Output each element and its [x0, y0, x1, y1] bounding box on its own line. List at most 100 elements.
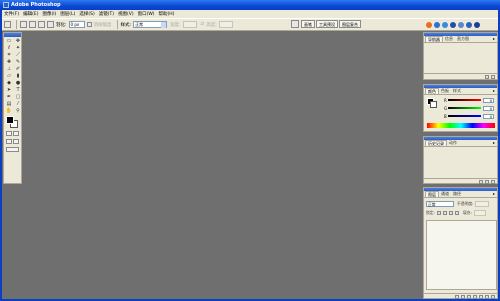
blur-tool-icon[interactable]: ◆: [5, 80, 13, 86]
swap-icon[interactable]: ⇄: [201, 22, 205, 27]
zoom-tool-icon[interactable]: ⚲: [14, 108, 22, 114]
well-tab-layer-comps[interactable]: 图层复合: [339, 20, 361, 28]
well-tab-tool-presets[interactable]: 工具预设: [316, 20, 338, 28]
menu-view[interactable]: 视图(V): [118, 11, 134, 17]
opacity-field[interactable]: [475, 201, 490, 207]
path-selection-tool-icon[interactable]: ➤: [5, 87, 13, 93]
keyboard-icon[interactable]: [450, 22, 456, 28]
standard-screen-button[interactable]: [6, 139, 12, 144]
file-browser-icon[interactable]: [291, 20, 299, 28]
tab-actions[interactable]: 动作: [447, 140, 459, 146]
adjustment-layer-icon[interactable]: [479, 294, 483, 299]
tools-icon[interactable]: [458, 22, 464, 28]
channel-g-slider[interactable]: [448, 107, 481, 109]
punctuation-icon[interactable]: [442, 22, 448, 28]
lock-all-icon[interactable]: [454, 211, 459, 215]
trash-icon[interactable]: [491, 294, 495, 299]
zoom-in-icon[interactable]: [491, 74, 495, 79]
subtract-selection-icon[interactable]: [38, 21, 45, 28]
lock-position-icon[interactable]: [448, 211, 453, 215]
new-selection-icon[interactable]: [20, 21, 27, 28]
tab-color[interactable]: 颜色: [425, 88, 439, 94]
pen-tool-icon[interactable]: ✒: [5, 94, 13, 100]
standard-mode-button[interactable]: [6, 131, 12, 136]
lasso-tool-icon[interactable]: ℓ: [5, 45, 13, 51]
brush-tool-icon[interactable]: ✎: [14, 59, 22, 65]
menu-icon[interactable]: [474, 22, 480, 28]
menu-file[interactable]: 文件(F): [4, 11, 19, 17]
palette-menu-icon[interactable]: ▸: [493, 140, 495, 146]
menu-window[interactable]: 窗口(W): [138, 11, 155, 17]
new-layer-icon[interactable]: [485, 294, 489, 299]
jump-to-imageready-button[interactable]: [6, 147, 19, 152]
width-input[interactable]: [182, 21, 197, 28]
tab-info[interactable]: 信息: [443, 36, 455, 42]
color-background-swatch[interactable]: [430, 101, 437, 108]
shape-tool-icon[interactable]: ▢: [14, 94, 22, 100]
foreground-color-swatch[interactable]: [6, 116, 14, 124]
history-brush-tool-icon[interactable]: ✐: [14, 66, 22, 72]
intersect-selection-icon[interactable]: [47, 21, 54, 28]
tab-navigator[interactable]: 导航器: [425, 36, 443, 42]
lock-image-icon[interactable]: [442, 211, 447, 215]
well-tab-brushes[interactable]: 画笔: [301, 20, 315, 28]
fullscreen-menu-button[interactable]: [13, 139, 19, 144]
channel-b-slider[interactable]: [448, 115, 481, 117]
palette-menu-icon[interactable]: ▸: [493, 36, 495, 42]
type-tool-icon[interactable]: T: [14, 87, 22, 93]
layer-style-icon[interactable]: [461, 294, 465, 299]
style-select[interactable]: 正常: [133, 21, 168, 28]
healing-brush-tool-icon[interactable]: ✚: [5, 59, 13, 65]
menu-select[interactable]: 选择(S): [79, 11, 94, 17]
palette-menu-icon[interactable]: ▸: [493, 88, 495, 94]
tab-styles[interactable]: 样式: [451, 88, 463, 94]
channel-r-slider[interactable]: [448, 99, 481, 101]
layer-mask-icon[interactable]: [467, 294, 471, 299]
blend-mode-select[interactable]: 正常: [426, 201, 454, 207]
help-icon[interactable]: [466, 22, 472, 28]
marquee-tool-preset-icon[interactable]: [4, 21, 11, 28]
palette-menu-icon[interactable]: ▸: [493, 191, 495, 197]
dodge-tool-icon[interactable]: ●: [14, 80, 22, 86]
link-layers-icon[interactable]: [455, 294, 459, 299]
new-snapshot-icon[interactable]: [485, 179, 489, 184]
color-spectrum-bar[interactable]: [427, 123, 495, 128]
moon-icon[interactable]: [434, 22, 440, 28]
eraser-tool-icon[interactable]: ▱: [5, 73, 13, 79]
channel-g-value[interactable]: 0: [483, 105, 494, 111]
layers-list[interactable]: [426, 220, 497, 290]
menu-layer[interactable]: 图层(L): [60, 11, 75, 17]
menu-edit[interactable]: 编辑(E): [23, 11, 38, 17]
height-input[interactable]: [218, 21, 233, 28]
slice-tool-icon[interactable]: ⟋: [14, 52, 22, 58]
trash-icon[interactable]: [491, 179, 495, 184]
channel-b-value[interactable]: 0: [483, 113, 494, 119]
title-bar[interactable]: Adobe Photoshop: [0, 0, 500, 10]
hand-tool-icon[interactable]: ✋: [5, 108, 13, 114]
notes-tool-icon[interactable]: ▤: [5, 101, 13, 107]
tab-histogram[interactable]: 直方图: [455, 36, 471, 42]
new-group-icon[interactable]: [473, 294, 477, 299]
eyedropper-tool-icon[interactable]: ⁄: [14, 101, 22, 107]
feather-input[interactable]: 0 px: [68, 21, 85, 28]
antialias-checkbox[interactable]: [86, 22, 92, 27]
menu-image[interactable]: 图像(I): [42, 11, 56, 17]
crop-tool-icon[interactable]: ⌗: [5, 52, 13, 58]
menu-help[interactable]: 帮助(H): [159, 11, 175, 17]
marquee-tool-icon[interactable]: ▭: [5, 38, 13, 44]
tab-channels[interactable]: 通道: [439, 191, 451, 197]
input-method-icon[interactable]: [426, 22, 432, 28]
tab-swatches[interactable]: 色板: [439, 88, 451, 94]
gradient-tool-icon[interactable]: ▮: [14, 73, 22, 79]
channel-r-value[interactable]: 0: [483, 97, 494, 103]
magic-wand-tool-icon[interactable]: ✦: [14, 45, 22, 51]
tab-layers[interactable]: 图层: [425, 191, 439, 197]
menu-filter[interactable]: 滤镜(T): [99, 11, 114, 17]
zoom-out-icon[interactable]: [485, 74, 489, 79]
quick-mask-mode-button[interactable]: [13, 131, 19, 136]
clone-stamp-tool-icon[interactable]: ⊥: [5, 66, 13, 72]
add-selection-icon[interactable]: [29, 21, 36, 28]
new-document-icon[interactable]: [479, 179, 483, 184]
move-tool-icon[interactable]: ✥: [14, 38, 22, 44]
tab-paths[interactable]: 路径: [451, 191, 463, 197]
